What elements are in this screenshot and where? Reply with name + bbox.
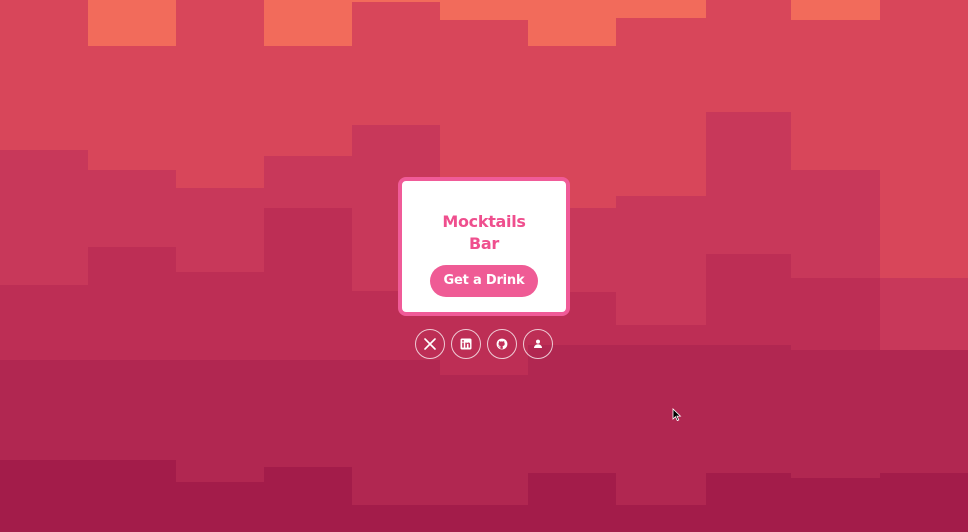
background-band (880, 278, 968, 350)
background-band (706, 345, 792, 473)
x-twitter-link[interactable] (415, 329, 445, 359)
background-band (0, 150, 89, 285)
background-band (706, 112, 792, 254)
background-band (616, 196, 707, 325)
github-link[interactable] (487, 329, 517, 359)
background-band (264, 360, 353, 467)
background-band (0, 285, 89, 360)
background-band (791, 170, 881, 278)
background-band (706, 473, 792, 532)
background-band (176, 360, 265, 482)
background-band (264, 467, 353, 532)
background-band (88, 46, 177, 170)
background-band (528, 473, 617, 532)
background-band (88, 170, 177, 247)
background-band (528, 345, 617, 473)
x-twitter-icon (424, 338, 436, 350)
get-a-drink-button[interactable]: Get a Drink (430, 265, 538, 297)
background-band (176, 0, 265, 188)
card-title-line-2: Bar (469, 234, 499, 253)
background-band (616, 345, 707, 505)
card-title: Mocktails Bar (402, 211, 566, 255)
background-band (880, 0, 968, 278)
background-band (616, 325, 707, 345)
background-band (791, 350, 881, 478)
background-band (352, 2, 441, 125)
background-band (791, 20, 881, 170)
background-band (352, 360, 441, 505)
background-band (88, 360, 177, 460)
background-band (88, 460, 177, 532)
background-band (0, 460, 89, 532)
profile-link[interactable] (523, 329, 553, 359)
background-band (880, 350, 968, 473)
card-title-line-1: Mocktails (442, 212, 526, 231)
background-band (264, 156, 353, 208)
background-band (528, 0, 617, 46)
background-band (791, 278, 881, 350)
linkedin-link[interactable] (451, 329, 481, 359)
background-band (440, 375, 529, 505)
background-band (352, 0, 441, 2)
background-band (0, 360, 89, 460)
page-background: Mocktails Bar Get a Drink (0, 0, 968, 532)
background-band (616, 18, 707, 196)
background-band (440, 20, 529, 190)
background-band (264, 0, 353, 46)
mouse-cursor-icon (672, 408, 682, 422)
github-icon (496, 338, 508, 350)
background-band (616, 0, 707, 18)
background-band (440, 505, 529, 532)
background-band (0, 0, 89, 150)
background-band (88, 0, 177, 46)
background-band (616, 505, 707, 532)
background-band (440, 0, 529, 20)
social-links (415, 329, 553, 359)
mocktails-card: Mocktails Bar Get a Drink (398, 177, 570, 316)
background-band (352, 505, 441, 532)
background-band (706, 254, 792, 345)
background-band (176, 188, 265, 272)
background-band (264, 208, 353, 360)
user-icon (534, 339, 542, 348)
background-band (706, 0, 792, 112)
background-band (176, 272, 265, 360)
background-band (791, 478, 881, 532)
linkedin-icon (460, 338, 472, 350)
background-band (176, 482, 265, 532)
background-band (880, 473, 968, 532)
background-band (791, 0, 881, 20)
background-band (264, 46, 353, 156)
background-band (88, 247, 177, 360)
